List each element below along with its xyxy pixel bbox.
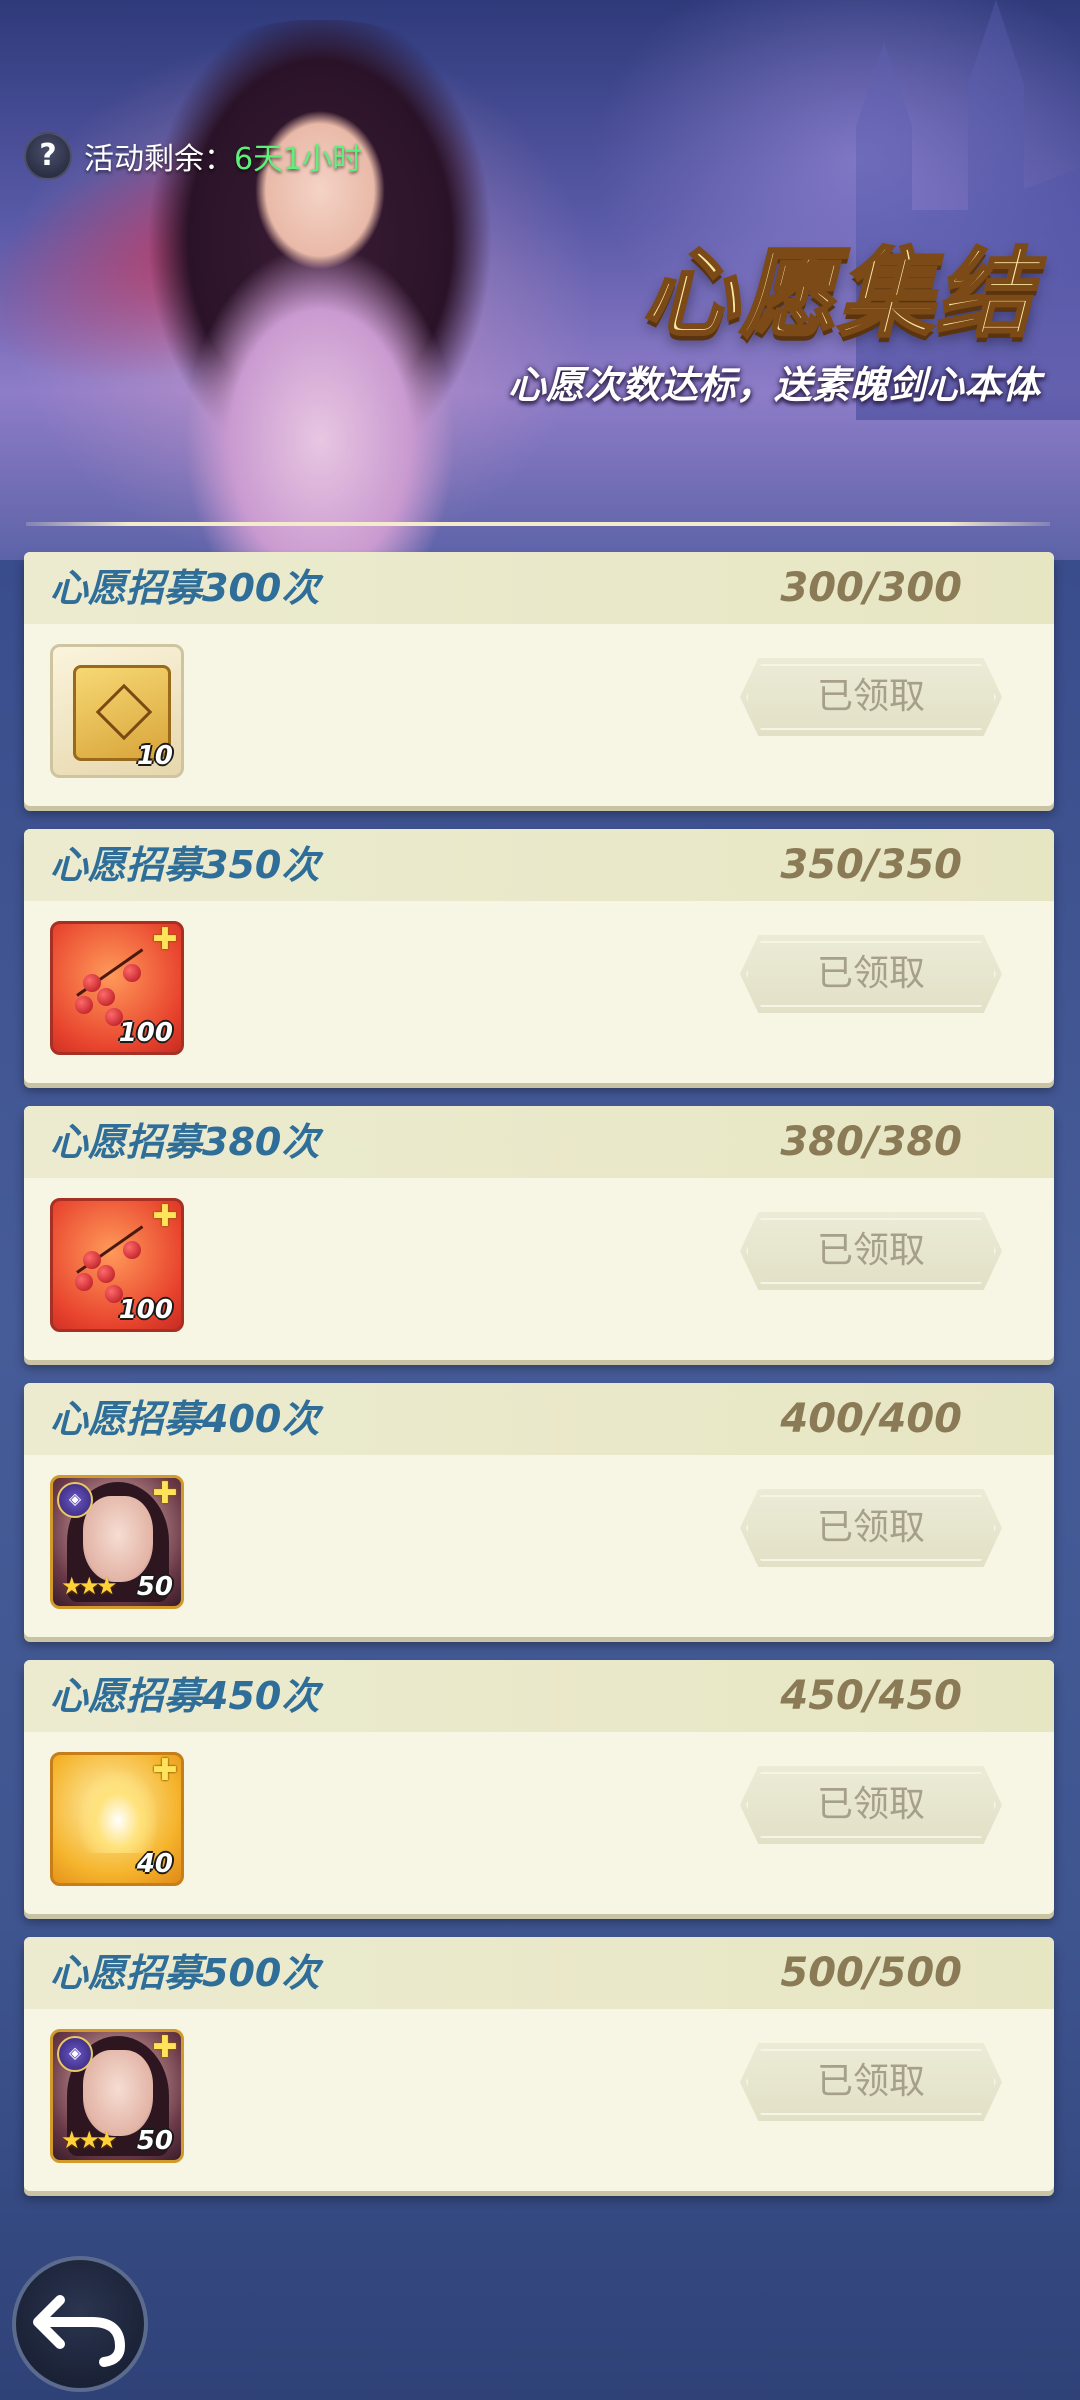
task-card: 心愿招募380次 380/380 ✚ 100 已领取	[24, 1106, 1054, 1360]
task-card: 心愿招募350次 350/350 ✚ 100 已领取	[24, 829, 1054, 1083]
reward-count: 40	[136, 1849, 173, 1879]
help-icon[interactable]: ?	[24, 132, 72, 180]
event-subtitle: 心愿次数达标，送素魄剑心本体	[507, 363, 1040, 407]
task-progress: 450/450	[780, 1673, 962, 1719]
reward-count: 10	[136, 741, 173, 771]
golden-flame-fragment-icon	[79, 1771, 157, 1853]
task-card: 心愿招募400次 400/400 ◈ ✚ ★★★ 50 已领取	[24, 1383, 1054, 1637]
faction-icon: ◈	[57, 1482, 93, 1518]
claimed-button[interactable]: 已领取	[740, 1766, 1002, 1844]
claimed-button[interactable]: 已领取	[740, 2043, 1002, 2121]
back-button[interactable]	[12, 2256, 148, 2392]
reward-item[interactable]: 10	[50, 644, 184, 778]
claimed-button[interactable]: 已领取	[740, 1212, 1002, 1290]
task-card: 心愿招募450次 450/450 ✚ 40 已领取	[24, 1660, 1054, 1914]
claimed-button[interactable]: 已领取	[740, 658, 1002, 736]
star-rating-icon: ★★★	[61, 1572, 118, 1600]
timer-label: 活动剩余：	[84, 142, 234, 177]
back-arrow-icon	[33, 2295, 126, 2367]
task-title: 心愿招募400次	[50, 1397, 320, 1441]
task-progress: 400/400	[780, 1396, 962, 1442]
reward-count: 50	[136, 2126, 173, 2156]
reward-count: 50	[136, 1572, 173, 1602]
task-progress: 500/500	[780, 1950, 962, 1996]
task-progress: 350/350	[780, 842, 962, 888]
reward-item[interactable]: ✚ 40	[50, 1752, 184, 1886]
star-rating-icon: ★★★	[61, 2126, 118, 2154]
faction-icon: ◈	[57, 2036, 93, 2072]
heroine-illustration	[110, 20, 530, 560]
task-title: 心愿招募500次	[50, 1951, 320, 1995]
reward-item[interactable]: ✚ 100	[50, 921, 184, 1055]
task-list: 心愿招募300次 300/300 10 已领取 心愿招募350次 350/350…	[24, 552, 1054, 2214]
claimed-button[interactable]: 已领取	[740, 1489, 1002, 1567]
reward-item[interactable]: ◈ ✚ ★★★ 50	[50, 2029, 184, 2163]
task-title: 心愿招募350次	[50, 843, 320, 887]
event-title: 心愿集结	[641, 237, 1034, 352]
event-banner: ? 活动剩余： 6天1小时 心愿集结 心愿次数达标，送素魄剑心本体	[0, 0, 1080, 560]
reward-item[interactable]: ✚ 100	[50, 1198, 184, 1332]
hero-face	[83, 1496, 153, 1582]
fragment-plus-icon: ✚	[152, 1753, 178, 1788]
task-card: 心愿招募500次 500/500 ◈ ✚ ★★★ 50 已领取	[24, 1937, 1054, 2191]
task-title: 心愿招募450次	[50, 1674, 320, 1718]
task-title: 心愿招募380次	[50, 1120, 320, 1164]
event-timer: ? 活动剩余： 6天1小时	[24, 132, 363, 180]
fragment-plus-icon: ✚	[152, 922, 178, 957]
timer-value: 6天1小时	[234, 142, 363, 177]
task-progress: 380/380	[780, 1119, 962, 1165]
task-title: 心愿招募300次	[50, 566, 320, 610]
claimed-button[interactable]: 已领取	[740, 935, 1002, 1013]
task-card: 心愿招募300次 300/300 10 已领取	[24, 552, 1054, 806]
reward-item[interactable]: ◈ ✚ ★★★ 50	[50, 1475, 184, 1609]
reward-count: 100	[118, 1295, 173, 1325]
fragment-plus-icon: ✚	[152, 2030, 178, 2065]
reward-count: 100	[118, 1018, 173, 1048]
fragment-plus-icon: ✚	[152, 1476, 178, 1511]
fragment-plus-icon: ✚	[152, 1199, 178, 1234]
banner-divider	[26, 522, 1050, 526]
task-progress: 300/300	[780, 565, 962, 611]
hero-face	[83, 2050, 153, 2136]
